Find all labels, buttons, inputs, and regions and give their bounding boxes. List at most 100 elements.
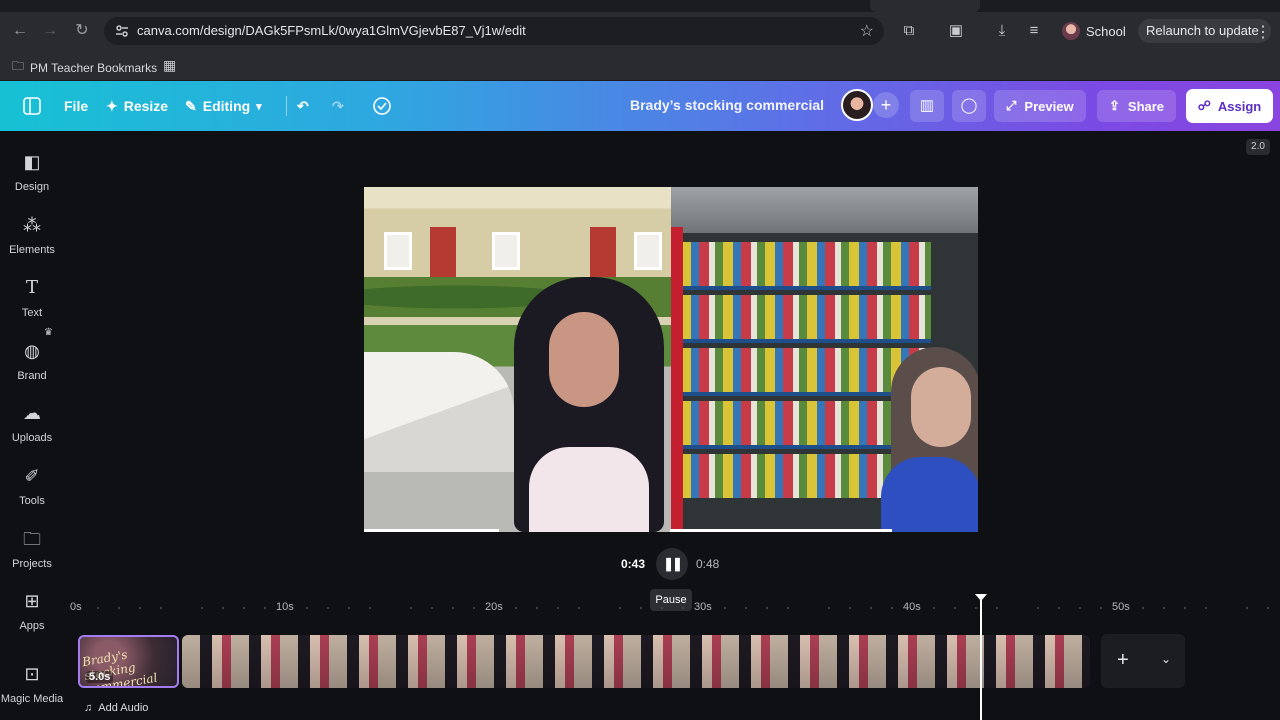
active-tab[interactable] [870, 0, 980, 12]
ruler-tick [556, 607, 559, 609]
ruler-tick [305, 607, 308, 609]
sidebar-item-elements[interactable]: ⁂ Elements [0, 214, 64, 270]
redo-icon[interactable]: ↷ [332, 94, 344, 118]
site-settings-icon[interactable] [114, 23, 130, 39]
share-button[interactable]: ⇪ Share [1097, 90, 1177, 122]
playhead[interactable] [980, 596, 982, 720]
assign-icon: ☍ [1197, 98, 1211, 113]
playhead-handle[interactable] [975, 594, 987, 601]
sidebar-item-label: Tools [19, 495, 45, 507]
zoom-badge[interactable]: 2.0 [1246, 139, 1270, 155]
timeline-ruler[interactable]: 0s 10s 20s 30s 40s 50s [64, 598, 1270, 618]
cloud-saved-icon[interactable] [372, 96, 392, 116]
ruler-tick [870, 607, 873, 609]
assign-button[interactable]: ☍ Assign [1186, 89, 1273, 123]
sidebar-item-label: Design [14, 181, 50, 193]
insights-icon[interactable]: ▥ [910, 90, 944, 122]
resize-button[interactable]: ✦ Resize [106, 94, 168, 118]
editing-mode-button[interactable]: ✎ Editing ▾ [185, 94, 262, 118]
share-upload-icon: ⇪ [1109, 98, 1120, 113]
video-canvas[interactable] [364, 187, 978, 532]
preview-label: Preview [1024, 98, 1074, 114]
profile-avatar [1062, 22, 1080, 40]
ruler-tick [1162, 607, 1165, 609]
reading-list-icon[interactable]: ≡ [1024, 21, 1044, 41]
video-clip[interactable] [182, 635, 1090, 688]
ruler-tick [891, 607, 894, 609]
download-icon[interactable]: ⤓ [992, 21, 1012, 41]
media-control-icon[interactable]: ▣ [946, 21, 966, 41]
ruler-tick [1079, 607, 1082, 609]
sidebar-item-brand[interactable]: ◍ Brand [0, 340, 64, 396]
sidebar-item-tools[interactable]: ✐ Tools [0, 465, 64, 521]
store-shelf [681, 295, 931, 339]
add-page-button[interactable]: + ⌄ [1101, 634, 1185, 688]
sidebar-item-text[interactable]: T Text [0, 277, 64, 333]
profile-label: School [1086, 23, 1126, 39]
sidebar-item-label: Elements [9, 244, 55, 256]
ruler-label: 40s [903, 601, 921, 613]
ruler-tick [222, 607, 225, 609]
sidebar-item-apps[interactable]: ⊞ Apps [0, 590, 64, 646]
share-label: Share [1127, 98, 1165, 114]
clip-duration: 5.0s [86, 671, 114, 683]
ruler-tick [1100, 607, 1103, 609]
add-audio-button[interactable]: ♫ Add Audio [78, 698, 154, 718]
expand-icon: ⤢ [1006, 98, 1017, 113]
ruler-tick [953, 607, 956, 609]
forward-icon[interactable]: → [40, 21, 60, 41]
add-collaborator-button[interactable]: + [873, 92, 899, 118]
address-bar[interactable]: canva.com/design/DAGk5FPsmLk/0wya1GlmVGj… [104, 17, 884, 45]
relaunch-button[interactable]: Relaunch to update [1138, 19, 1271, 43]
pause-button[interactable]: ❚❚ [656, 548, 688, 580]
ruler-tick [117, 607, 120, 609]
sidebar-item-magic-media[interactable]: ⊡ Magic Media [0, 663, 64, 719]
browser-menu-icon[interactable]: ⋮ [1255, 22, 1271, 42]
ruler-tick [473, 607, 476, 609]
preview-button[interactable]: ⤢ Preview [994, 90, 1086, 122]
editor-header: File ✦ Resize ✎ Editing ▾ ↶ ↷ Brady’s st… [0, 81, 1280, 131]
ruler-tick [1183, 607, 1186, 609]
comment-icon[interactable]: ◯ [952, 90, 986, 122]
apps-grid-icon[interactable]: ▦ [163, 57, 176, 74]
pencil-icon: ✎ [185, 97, 197, 114]
ruler-tick [431, 607, 434, 609]
back-icon[interactable]: ← [10, 21, 30, 41]
design-title[interactable]: Brady’s stocking commercial [630, 97, 824, 113]
ruler-tick [640, 607, 643, 609]
ruler-tick [1141, 607, 1144, 609]
person-left [504, 277, 674, 532]
chevron-down-icon: ▾ [256, 100, 262, 113]
ruler-tick [96, 607, 99, 609]
ruler-tick [159, 607, 162, 609]
ruler-tick [786, 607, 789, 609]
undo-icon[interactable]: ↶ [297, 94, 309, 118]
bookmark-star-icon[interactable]: ☆ [860, 21, 874, 41]
reload-icon[interactable]: ↻ [72, 21, 92, 41]
ruler-label: 50s [1112, 601, 1130, 613]
ruler-tick [974, 607, 977, 609]
ruler-tick [326, 607, 329, 609]
profile-button[interactable]: School [1062, 19, 1134, 43]
clip-progress-bar [364, 529, 499, 532]
file-menu-button[interactable]: File [64, 94, 88, 118]
ruler-tick [849, 607, 852, 609]
sidebar-item-label: Projects [12, 558, 52, 570]
chevron-down-icon[interactable]: ⌄ [1161, 652, 1171, 666]
collaborator-avatar[interactable] [841, 89, 873, 121]
sidebar-item-uploads[interactable]: ☁ Uploads [0, 402, 64, 458]
bookmark-folder[interactable]: 🗀 PM Teacher Bookmarks [12, 57, 157, 78]
ruler-tick [661, 607, 664, 609]
ruler-tick [347, 607, 350, 609]
ruler-tick [410, 607, 413, 609]
title-clip[interactable]: Brady's stocking commercial 5.0s [78, 635, 179, 688]
sidebar-toggle-icon[interactable] [23, 97, 41, 115]
apps-icon: ⊞ [24, 591, 40, 611]
sidebar-item-design[interactable]: ◧ Design [0, 151, 64, 207]
ruler-tick [932, 607, 935, 609]
extensions-icon[interactable]: ⧉ [899, 21, 919, 41]
magic-media-icon: ⊡ [24, 664, 40, 684]
sidebar-item-projects[interactable]: 🗀 Projects [0, 528, 64, 584]
browser-toolbar: ← → ↻ canva.com/design/DAGk5FPsmLk/0wya1… [0, 12, 1280, 50]
plus-icon[interactable]: + [1117, 649, 1129, 672]
